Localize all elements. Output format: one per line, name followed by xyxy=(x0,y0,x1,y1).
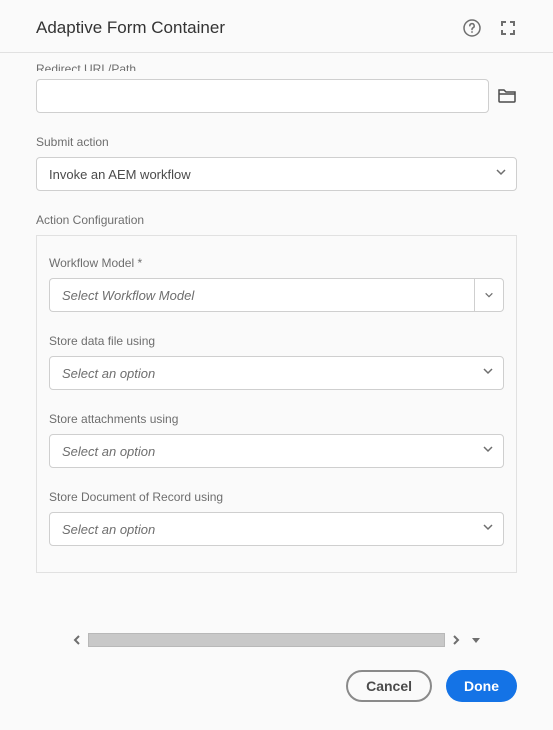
store-attach-label: Store attachments using xyxy=(49,412,504,426)
help-icon[interactable] xyxy=(463,19,481,37)
dialog: Adaptive Form Container Redirect URL/Pat… xyxy=(0,0,553,730)
action-config-label: Action Configuration xyxy=(36,213,517,227)
store-data-label: Store data file using xyxy=(49,334,504,348)
cancel-button[interactable]: Cancel xyxy=(346,670,432,702)
workflow-model-label: Workflow Model * xyxy=(49,256,504,270)
store-attach-value: Select an option xyxy=(49,434,504,468)
dialog-footer: Cancel Done xyxy=(0,650,553,730)
horizontal-scrollbar[interactable] xyxy=(72,630,481,650)
dialog-header: Adaptive Form Container xyxy=(0,0,553,53)
scroll-area: Redirect URL/Path Submit action Invoke a… xyxy=(36,53,517,650)
submit-action-label: Submit action xyxy=(36,135,517,149)
store-dor-select[interactable]: Select an option xyxy=(49,512,504,546)
dialog-body: Redirect URL/Path Submit action Invoke a… xyxy=(0,53,553,650)
submit-action-select[interactable]: Invoke an AEM workflow xyxy=(36,157,517,191)
folder-browse-icon[interactable] xyxy=(497,86,517,106)
workflow-model-value: Select Workflow Model xyxy=(49,278,474,312)
submit-action-value: Invoke an AEM workflow xyxy=(36,157,517,191)
redirect-url-row xyxy=(36,79,517,113)
store-dor-label: Store Document of Record using xyxy=(49,490,504,504)
redirect-url-label: Redirect URL/Path xyxy=(36,63,517,71)
store-attach-select[interactable]: Select an option xyxy=(49,434,504,468)
done-button[interactable]: Done xyxy=(446,670,517,702)
dialog-title: Adaptive Form Container xyxy=(36,18,445,38)
action-config-panel: Workflow Model * Select Workflow Model S… xyxy=(36,235,517,573)
store-dor-value: Select an option xyxy=(49,512,504,546)
workflow-model-select[interactable]: Select Workflow Model xyxy=(49,278,504,312)
redirect-url-input[interactable] xyxy=(36,79,489,113)
fullscreen-icon[interactable] xyxy=(499,19,517,37)
chevron-down-icon[interactable] xyxy=(474,278,504,312)
store-data-value: Select an option xyxy=(49,356,504,390)
store-data-select[interactable]: Select an option xyxy=(49,356,504,390)
scroll-right-icon[interactable] xyxy=(451,635,461,645)
scroll-left-icon[interactable] xyxy=(72,635,82,645)
scroll-down-icon[interactable] xyxy=(471,635,481,645)
scroll-track[interactable] xyxy=(88,633,445,647)
form-content: Redirect URL/Path Submit action Invoke a… xyxy=(36,63,517,632)
